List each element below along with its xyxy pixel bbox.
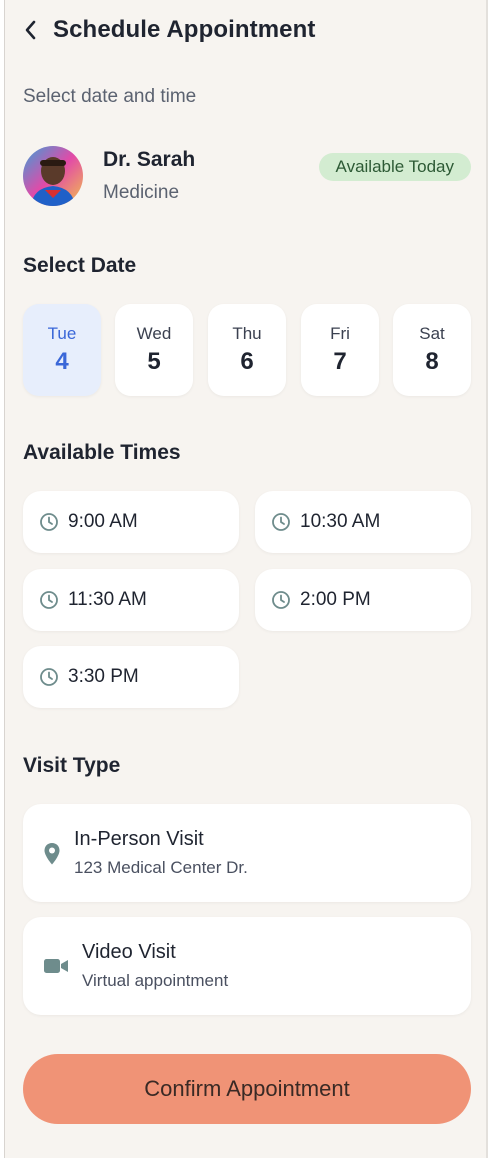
time-slot-label: 11:30 AM — [68, 589, 147, 610]
time-slot[interactable]: 10:30 AM — [255, 491, 471, 553]
app-screen: Schedule Appointment Select date and tim… — [4, 0, 487, 1158]
date-day-label: Tue — [47, 324, 77, 343]
availability-badge: Available Today — [318, 153, 471, 181]
confirm-button-label: Confirm Appointment — [144, 1076, 350, 1101]
clock-icon — [40, 591, 58, 609]
date-card-sat[interactable]: Sat 8 — [393, 304, 471, 396]
date-picker: Tue 4 Wed 5 Thu 6 Fri 7 Sat 8 — [23, 304, 471, 396]
time-slot[interactable]: 2:00 PM — [255, 569, 471, 631]
clock-icon — [272, 591, 290, 609]
date-day-label: Sat — [419, 324, 445, 343]
date-number: 5 — [147, 348, 161, 375]
time-slot-label: 9:00 AM — [68, 511, 138, 532]
time-slot[interactable]: 11:30 AM — [23, 569, 239, 631]
available-times-heading: Available Times — [23, 441, 181, 464]
time-slot-label: 10:30 AM — [300, 511, 381, 532]
date-card-wed[interactable]: Wed 5 — [115, 304, 193, 396]
page-subtitle: Select date and time — [23, 86, 197, 107]
visit-option-video[interactable]: Video Visit Virtual appointment — [23, 917, 471, 1015]
date-day-label: Wed — [136, 324, 172, 343]
date-card-tue[interactable]: Tue 4 — [23, 304, 101, 396]
location-pin-icon — [44, 843, 60, 865]
time-slot[interactable]: 3:30 PM — [23, 646, 239, 708]
date-day-label: Thu — [232, 324, 262, 343]
date-card-thu[interactable]: Thu 6 — [208, 304, 286, 396]
confirm-appointment-button[interactable]: Confirm Appointment — [23, 1054, 471, 1124]
date-day-label: Fri — [330, 324, 350, 343]
page-title: Schedule Appointment — [53, 16, 316, 43]
doctor-card: Dr. Sarah Medicine Available Today — [23, 146, 471, 208]
visit-option-subtitle: Virtual appointment — [82, 971, 229, 990]
clock-icon — [40, 668, 58, 686]
date-number: 8 — [425, 348, 439, 375]
clock-icon — [272, 513, 290, 531]
visit-option-title: Video Visit — [82, 941, 176, 963]
header: Schedule Appointment — [23, 14, 315, 46]
chevron-left-icon — [25, 20, 36, 40]
video-camera-icon — [44, 959, 68, 973]
back-button[interactable] — [23, 16, 43, 44]
time-slot[interactable]: 9:00 AM — [23, 491, 239, 553]
date-number: 7 — [333, 348, 347, 375]
time-slot-label: 3:30 PM — [68, 666, 139, 687]
visit-option-subtitle: 123 Medical Center Dr. — [74, 858, 248, 877]
date-card-fri[interactable]: Fri 7 — [301, 304, 379, 396]
date-number: 4 — [55, 348, 69, 375]
date-number: 6 — [240, 348, 254, 375]
visit-option-in-person[interactable]: In-Person Visit 123 Medical Center Dr. — [23, 804, 471, 902]
time-slot-label: 2:00 PM — [300, 589, 371, 610]
visit-type-heading: Visit Type — [23, 754, 121, 777]
clock-icon — [40, 513, 58, 531]
select-date-heading: Select Date — [23, 254, 137, 277]
doctor-specialty: Medicine — [103, 182, 180, 203]
doctor-avatar — [23, 146, 83, 206]
doctor-name: Dr. Sarah — [103, 148, 196, 171]
visit-option-title: In-Person Visit — [74, 828, 204, 850]
